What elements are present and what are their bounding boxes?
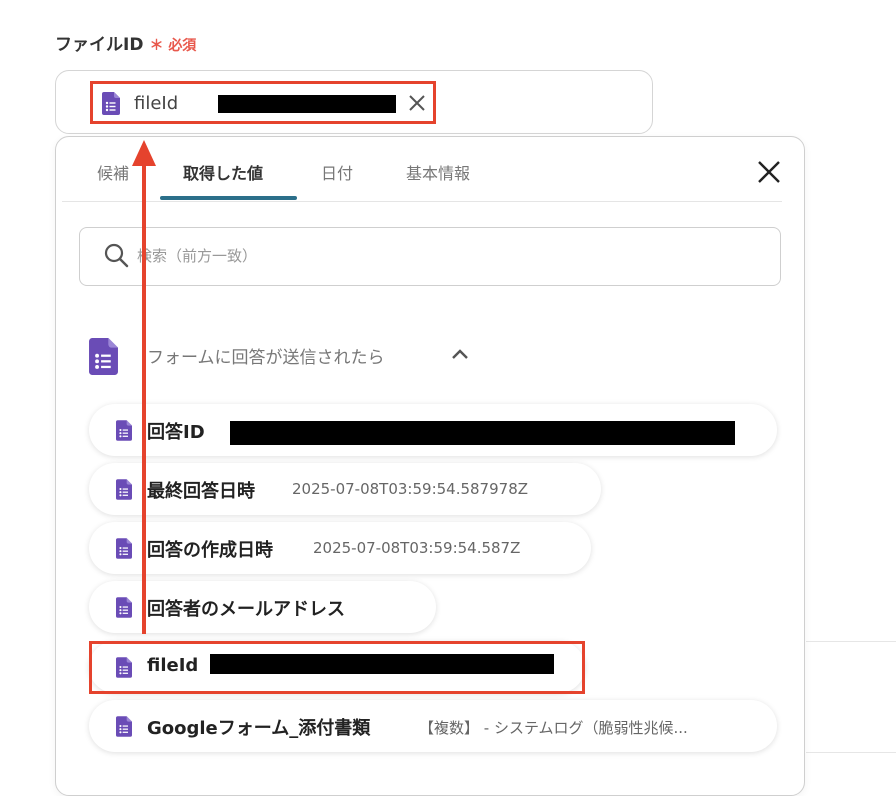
list-item-last-response-time[interactable]: 最終回答日時 2025-07-08T03:59:54.587978Z [89, 463, 601, 515]
item-label: fileId [147, 655, 199, 676]
redacted-value [230, 421, 735, 445]
required-asterisk: ＊ [149, 38, 164, 54]
arrow-up-icon [132, 140, 156, 170]
redacted-value [210, 654, 554, 674]
google-forms-icon [116, 479, 132, 504]
background-divider [806, 641, 896, 642]
chevron-up-icon[interactable] [451, 346, 469, 365]
item-label: 最終回答日時 [147, 481, 255, 502]
search-icon [103, 242, 129, 274]
background-divider [806, 752, 896, 753]
tab-date[interactable]: 日付 [321, 160, 353, 184]
google-forms-icon [116, 538, 132, 563]
annotation-arrow [142, 160, 146, 634]
google-forms-icon [116, 420, 132, 445]
list-item-response-created-time[interactable]: 回答の作成日時 2025-07-08T03:59:54.587Z [89, 522, 591, 574]
tab-retrieved-values[interactable]: 取得した値 [183, 160, 263, 184]
tab-candidates[interactable]: 候補 [97, 160, 129, 184]
item-value: 【複数】 - システムログ（脆弱性兆候... [419, 719, 688, 737]
field-label-text: ファイルID [55, 35, 144, 55]
google-forms-icon [116, 597, 132, 622]
active-tab-indicator [160, 196, 297, 200]
item-value: 2025-07-08T03:59:54.587978Z [292, 480, 529, 498]
item-label: Googleフォーム_添付書類 [147, 718, 371, 739]
item-value: 2025-07-08T03:59:54.587Z [313, 539, 521, 557]
google-forms-icon [116, 716, 132, 741]
list-item-file-id[interactable]: fileId [89, 641, 585, 693]
highlight-box [90, 81, 436, 124]
list-item-attachment[interactable]: Googleフォーム_添付書類 【複数】 - システムログ（脆弱性兆候... [89, 700, 777, 752]
google-forms-icon [116, 657, 132, 682]
search-placeholder: 検索（前方一致） [137, 247, 258, 265]
required-text: 必須 [168, 38, 197, 54]
tab-basic-info[interactable]: 基本情報 [406, 160, 470, 184]
section-title[interactable]: フォームに回答が送信されたら [147, 343, 385, 368]
list-item-response-id[interactable]: 回答ID [89, 404, 777, 456]
google-forms-icon [89, 338, 118, 379]
field-label: ファイルID ＊ 必須 [55, 30, 196, 55]
item-label: 回答者のメールアドレス [147, 599, 345, 620]
close-icon[interactable] [756, 155, 782, 193]
item-label: 回答ID [147, 422, 205, 443]
item-label: 回答の作成日時 [147, 540, 273, 561]
tab-divider [62, 201, 782, 202]
